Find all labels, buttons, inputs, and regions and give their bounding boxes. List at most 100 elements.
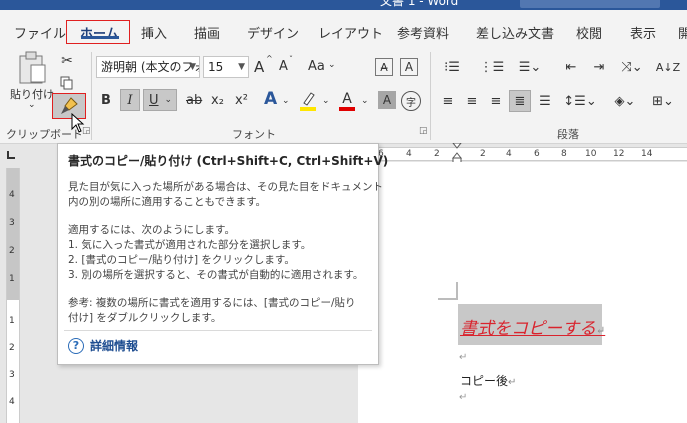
document-page[interactable] (358, 162, 687, 423)
ruler-tick: 14 (641, 149, 653, 159)
document-line[interactable]: コピー後↵ (460, 372, 516, 389)
horizontal-ruler[interactable]: 6 4 2 2 4 6 8 10 12 14 (358, 147, 687, 161)
font-size-value: 15 (208, 60, 224, 74)
tab-draw[interactable]: 描画 (194, 23, 220, 42)
sort-button[interactable]: A↓Z (656, 56, 680, 78)
help-icon: ? (68, 337, 84, 354)
shrink-arrow-icon: ˇ (289, 55, 293, 64)
search-box[interactable] (520, 0, 660, 8)
align-right-button[interactable]: ≡ (486, 90, 506, 112)
superscript-button[interactable]: x² (235, 93, 248, 108)
tab-references[interactable]: 参考資料 (397, 23, 449, 42)
sort-icon: A↓Z (655, 60, 681, 74)
ruler-tick: 1 (9, 316, 15, 326)
ruler-tick: 1 (9, 274, 15, 284)
tab-more[interactable]: 開 (678, 23, 687, 42)
scissors-icon: ✂ (61, 53, 73, 69)
paragraph-mark: ↵ (459, 352, 468, 363)
tell-me-more-link[interactable]: ? 詳細情報 (68, 337, 138, 354)
numbering-button[interactable]: ⋮☰ (476, 56, 508, 78)
tooltip-line: 内の別の場所に適用することもできます。 (68, 196, 267, 208)
tab-view[interactable]: 表示 (630, 23, 656, 42)
format-painter-tooltip: 書式のコピー/貼り付け (Ctrl+Shift+C, Ctrl+Shift+V)… (57, 143, 388, 365)
text-effects-chevron-icon[interactable]: ⌄ (282, 96, 290, 106)
strikethrough-button[interactable]: ab (186, 93, 202, 108)
tab-file[interactable]: ファイル (14, 23, 66, 42)
align-center-button[interactable]: ≡ (462, 90, 482, 112)
tab-review[interactable]: 校閲 (576, 23, 602, 42)
bold-button[interactable]: B (96, 89, 116, 111)
copy-button[interactable] (58, 74, 76, 92)
font-size-select[interactable]: 15 ▼ (203, 56, 249, 78)
character-shading-button[interactable]: A (378, 91, 396, 109)
subscript-button[interactable]: x₂ (211, 93, 224, 108)
highlight-button[interactable] (297, 90, 319, 112)
enclose-characters-button[interactable]: 字 (401, 91, 421, 111)
clear-formatting-button[interactable]: A̶ (375, 58, 393, 76)
ruler-tick: 2 (434, 149, 440, 159)
font-group-label: フォント (232, 128, 276, 141)
cut-button[interactable]: ✂ (58, 52, 76, 70)
tooltip-line: 見た目が気に入った場所がある場合は、その見た目をドキュメント (68, 181, 383, 193)
group-divider (91, 52, 92, 140)
tell-me-more-label: 詳細情報 (90, 339, 139, 353)
borders-icon: ⊞⌄ (652, 93, 674, 109)
align-left-icon: ≡ (442, 93, 454, 109)
justify-button[interactable]: ≣ (509, 90, 531, 112)
borders-button[interactable]: ⊞⌄ (648, 90, 678, 112)
increase-indent-button[interactable]: ⇥ (588, 56, 610, 78)
text-effects-button[interactable]: A (264, 89, 277, 109)
shrink-font-button[interactable]: A (279, 59, 288, 74)
underline-button[interactable]: U ⌄ (143, 89, 177, 111)
justify-icon: ≣ (514, 93, 526, 109)
font-color-chevron-icon[interactable]: ⌄ (361, 96, 369, 106)
highlight-chevron-icon[interactable]: ⌄ (322, 96, 330, 106)
tooltip-line: 2. [書式のコピー/貼り付け] をクリックします。 (68, 254, 295, 266)
shading-button[interactable]: ◈⌄ (610, 90, 640, 112)
tooltip-line: 適用するには、次のようにします。 (68, 224, 235, 236)
font-name-select[interactable]: 游明朝 (本文のフォ ▼ (96, 56, 200, 78)
grow-font-button[interactable]: A (254, 58, 264, 76)
tab-insert[interactable]: 挿入 (141, 23, 167, 42)
asian-layout-button[interactable]: ⤨⌄ (617, 56, 647, 78)
phonetic-guide-button[interactable]: A (400, 58, 418, 76)
clear-format-icon: A̶ (380, 60, 388, 74)
multilevel-list-button[interactable]: ☰⌄ (514, 56, 546, 78)
ruler-tick: 4 (9, 397, 15, 407)
vertical-ruler[interactable]: 4 3 2 1 1 2 3 4 (6, 168, 20, 423)
paragraph-mark: ↵ (596, 324, 606, 337)
font-color-label: A (342, 91, 352, 107)
paragraph-group-label: 段落 (557, 128, 579, 141)
ruler-tick: 2 (480, 149, 486, 159)
tab-selector[interactable] (0, 145, 30, 163)
tab-layout[interactable]: レイアウト (318, 23, 383, 42)
change-case-button[interactable]: Aa (308, 59, 325, 74)
paste-dropdown-chevron-icon[interactable]: ⌄ (28, 100, 36, 110)
align-left-button[interactable]: ≡ (438, 90, 458, 112)
paste-button[interactable] (12, 50, 52, 86)
ruler-tick: 10 (585, 149, 597, 159)
grow-arrow-icon: ^ (266, 54, 273, 63)
underline-label: U (149, 92, 159, 108)
font-color-button[interactable]: A (336, 89, 358, 113)
change-case-chevron-icon[interactable]: ⌄ (328, 60, 336, 70)
ruler-tick: 3 (9, 218, 15, 228)
distributed-button[interactable]: ☰ (535, 90, 555, 112)
decrease-indent-icon: ⇤ (565, 59, 577, 75)
document-heading[interactable]: 書式をコピーする↵ (460, 314, 605, 339)
tooltip-line: 3. 別の場所を選択すると、その書式が自動的に適用されます。 (68, 269, 364, 281)
window-title: 文書 1 - Word (380, 0, 459, 8)
decrease-indent-button[interactable]: ⇤ (560, 56, 582, 78)
bullets-button[interactable]: ⁝☰ (436, 56, 468, 78)
tab-design[interactable]: デザイン (247, 23, 299, 42)
line-text: コピー後 (460, 374, 509, 388)
ruler-tick: 12 (613, 149, 625, 159)
chevron-down-icon: ▼ (189, 62, 196, 72)
font-launcher-icon[interactable]: ◲ (419, 126, 428, 136)
italic-button[interactable]: I (120, 89, 140, 111)
asian-layout-icon: ⤨⌄ (621, 59, 643, 75)
clipboard-icon (19, 51, 46, 84)
tab-mailings[interactable]: 差し込み文書 (476, 23, 554, 42)
line-spacing-button[interactable]: ↕☰⌄ (563, 90, 596, 112)
tooltip-title: 書式のコピー/貼り付け (Ctrl+Shift+C, Ctrl+Shift+V) (68, 154, 389, 168)
